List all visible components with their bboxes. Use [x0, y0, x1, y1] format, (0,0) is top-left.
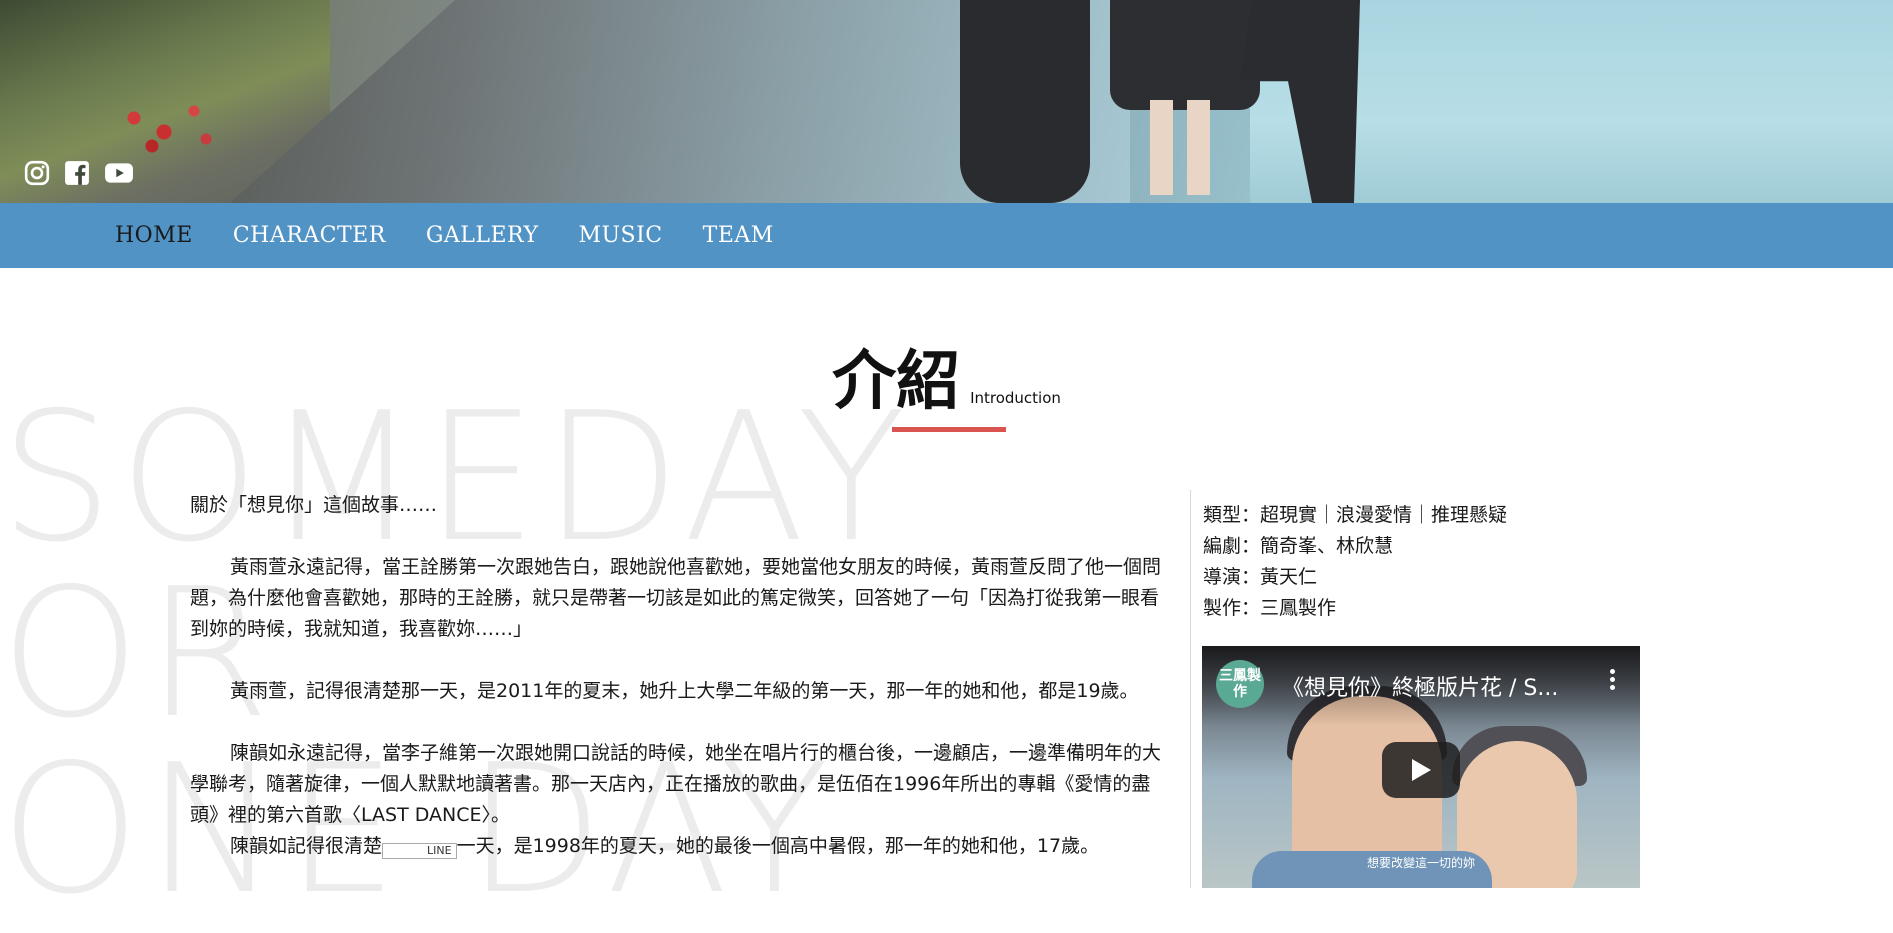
more-vertical-icon[interactable]: [1602, 666, 1622, 700]
video-title[interactable]: 《想見你》終極版片花 / S...: [1282, 670, 1582, 702]
nav-team[interactable]: TEAM: [703, 223, 774, 248]
article-lead: 關於「想見你」這個故事……: [190, 494, 438, 516]
hero-flowers: [110, 90, 230, 160]
section-heading: 介紹 Introduction: [0, 330, 1893, 422]
article-text: 陳韻如記得很清楚: [230, 835, 383, 857]
hero-figure: [1110, 0, 1260, 110]
info-producer: 製作：三鳳製作: [1203, 597, 1337, 619]
info-director: 導演：黃天仁: [1203, 566, 1318, 588]
video-embed[interactable]: 三鳳製作 《想見你》終極版片花 / S... 想要改變這一切的妳: [1202, 646, 1640, 888]
youtube-icon[interactable]: [104, 160, 134, 186]
social-links: [24, 160, 134, 186]
section-title-zh: 介紹: [832, 345, 961, 419]
play-button[interactable]: [1382, 742, 1460, 798]
nav-home[interactable]: HOME: [115, 223, 193, 248]
play-icon: [1412, 759, 1431, 781]
main-navigation: HOME CHARACTER GALLERY MUSIC TEAM: [0, 203, 1893, 268]
article-paragraph: 陳韻如記得很清楚 LINE 一天，是1998年的夏天，她的最後一個高中暑假，那一年的…: [190, 831, 1175, 862]
channel-avatar[interactable]: 三鳳製作: [1216, 660, 1264, 708]
hero-figure: [960, 0, 1090, 203]
column-divider: [1190, 490, 1191, 888]
story-article: 關於「想見你」這個故事…… 黃雨萱永遠記得，當王詮勝第一次跟她告白，跟她說他喜歡…: [190, 490, 1175, 862]
line-share-badge[interactable]: LINE: [382, 843, 457, 859]
hero-banner: [0, 0, 1893, 203]
nav-music[interactable]: MUSIC: [578, 223, 662, 248]
article-text: 一天，是1998年的夏天，她的最後一個高中暑假，那一年的她和他，17歲。: [456, 835, 1100, 857]
article-paragraph: 陳韻如永遠記得，當李子維第一次跟她開口說話的時候，她坐在唱片行的櫃台後，一邊顧店…: [190, 742, 1162, 826]
info-genre: 類型：超現實｜浪漫愛情｜推理懸疑: [1203, 504, 1508, 526]
section-title-en: Introduction: [970, 389, 1061, 407]
nav-gallery[interactable]: GALLERY: [426, 223, 539, 248]
title-underline: [892, 427, 1006, 432]
article-paragraph: 黃雨萱，記得很清楚那一天，是2011年的夏末，她升上大學二年級的第一天，那一年的…: [230, 680, 1139, 702]
instagram-icon[interactable]: [24, 160, 50, 186]
drama-info: 類型：超現實｜浪漫愛情｜推理懸疑 編劇：簡奇峯、林欣慧 導演：黃天仁 製作：三鳳…: [1203, 500, 1507, 624]
hero-figure-legs: [1150, 100, 1210, 195]
article-paragraph: 黃雨萱永遠記得，當王詮勝第一次跟她告白，跟她說他喜歡她，要她當他女朋友的時候，黃…: [190, 556, 1162, 640]
info-writers: 編劇：簡奇峯、林欣慧: [1203, 535, 1394, 557]
nav-character[interactable]: CHARACTER: [233, 223, 386, 248]
video-subtitle: 想要改變這一切的妳: [1366, 856, 1475, 870]
facebook-icon[interactable]: [64, 160, 90, 186]
